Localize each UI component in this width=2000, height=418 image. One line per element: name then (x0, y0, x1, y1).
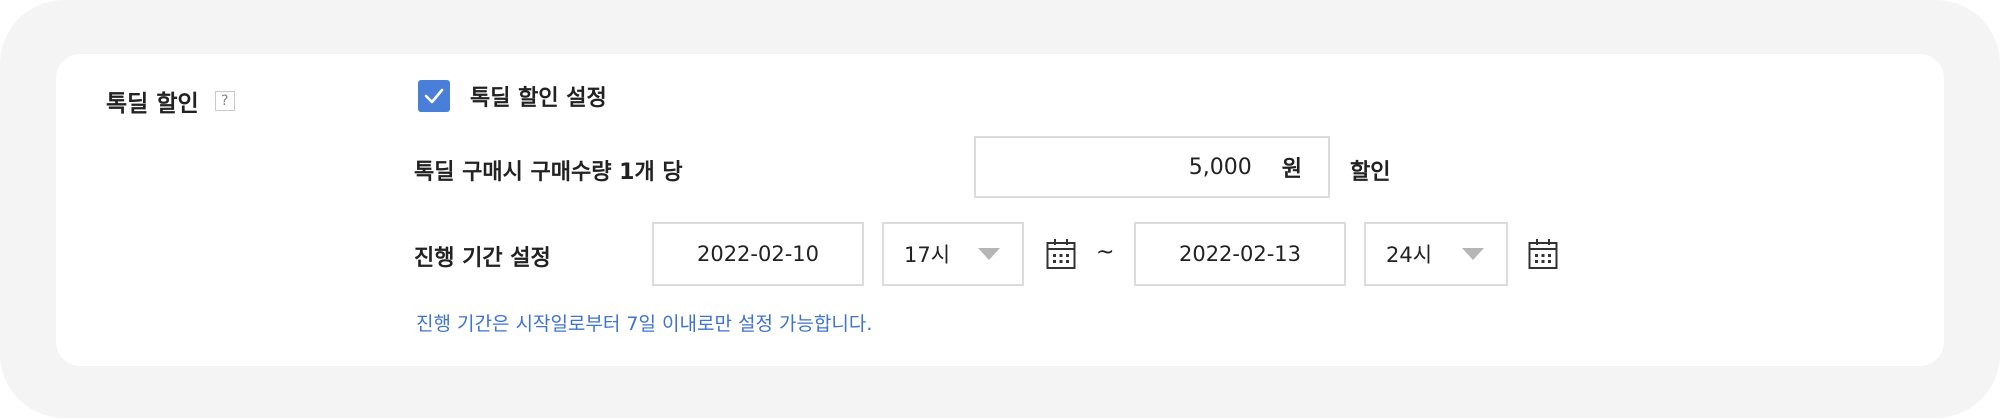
chevron-down-icon (978, 248, 1000, 260)
check-icon (424, 88, 444, 104)
start-hour-value: 17시 (904, 243, 951, 267)
discount-checkbox-label[interactable]: 톡딜 할인 설정 (470, 80, 607, 112)
help-icon[interactable]: ? (214, 91, 235, 111)
start-date-input[interactable]: 2022-02-10 (652, 222, 864, 286)
period-separator: ~ (1096, 240, 1115, 265)
start-hour-select[interactable]: 17시 (882, 222, 1024, 286)
calendar-icon[interactable] (1528, 238, 1558, 270)
section-title: 톡딜 할인 ? (106, 84, 235, 118)
page-background: 톡딜 할인 ? 톡딜 할인 설정 톡딜 구매시 구매수량 1개 당 5,000 … (0, 0, 2000, 418)
section-label: 톡딜 할인 (106, 91, 199, 117)
end-hour-value: 24시 (1386, 243, 1433, 267)
currency-unit: 원 (1281, 157, 1302, 182)
period-notice: 진행 기간은 시작일로부터 7일 이내로만 설정 가능합니다. (416, 313, 873, 335)
discount-amount-value: 5,000 (1188, 154, 1252, 180)
discount-amount-input[interactable]: 5,000 원 (974, 136, 1330, 198)
discount-suffix: 할인 (1350, 160, 1391, 185)
end-date-input[interactable]: 2022-02-13 (1134, 222, 1346, 286)
period-label: 진행 기간 설정 (414, 246, 551, 271)
discount-toggle-row[interactable]: 톡딜 할인 설정 (418, 80, 607, 112)
discount-settings-card: 톡딜 할인 ? 톡딜 할인 설정 톡딜 구매시 구매수량 1개 당 5,000 … (56, 54, 1944, 366)
end-hour-select[interactable]: 24시 (1364, 222, 1508, 286)
chevron-down-icon (1462, 248, 1484, 260)
discount-checkbox[interactable] (418, 80, 450, 112)
calendar-icon[interactable] (1046, 238, 1076, 270)
per-unit-label: 톡딜 구매시 구매수량 1개 당 (414, 160, 683, 185)
